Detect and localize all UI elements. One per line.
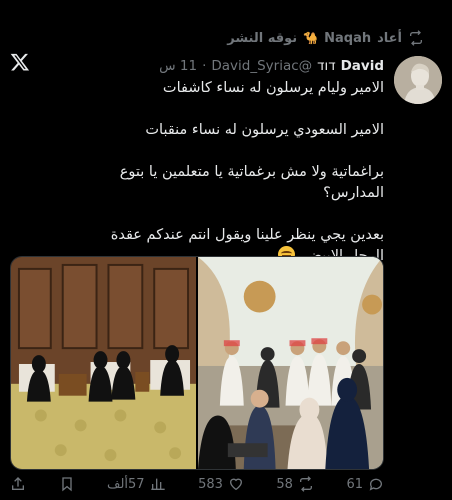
reply-button[interactable]: 61 [346, 476, 384, 492]
author-name[interactable]: David [341, 58, 384, 74]
repost-icon [299, 476, 312, 492]
tweet-line: براغماتية ولا مش برغماتية يا متعلمين يا … [119, 164, 384, 201]
reply-icon [369, 478, 382, 491]
separator-dot: · [202, 58, 207, 74]
repost-count: 58 [276, 476, 293, 492]
tweet-line: الامير السعودي يرسلون له نساء منقبات [145, 122, 384, 138]
camel-emoji: 🐪 [303, 31, 319, 45]
bookmark-button[interactable] [59, 476, 75, 492]
repost-user-name[interactable]: Naqah [324, 31, 371, 46]
like-count: 583 [198, 476, 223, 492]
repost-context[interactable]: أعاد Naqah 🐪 نوقه النشر [227, 30, 424, 46]
action-bar: 61 58 583 57ألف [10, 476, 384, 492]
views-icon [150, 478, 165, 490]
views-button[interactable]: 57ألف [107, 476, 166, 492]
repost-label: أعاد [377, 30, 402, 46]
bookmark-icon [61, 477, 72, 492]
author-name-script: דוד [317, 58, 336, 74]
author-handle[interactable]: @David_Syriac [211, 58, 312, 74]
x-logo-icon[interactable] [10, 52, 30, 72]
photo-meeting[interactable] [198, 257, 383, 469]
reply-count: 61 [346, 476, 363, 492]
repost-button[interactable]: 58 [276, 476, 314, 492]
repost-user-subtitle: نوقه النشر [227, 30, 298, 46]
author-avatar[interactable] [394, 56, 442, 104]
tweet-line: الامير وليام يرسلون له نساء كاشفات [162, 80, 384, 96]
like-icon [229, 478, 242, 491]
tweet-header: David דוד @David_Syriac · 11 س [159, 58, 384, 74]
tweet-media[interactable] [10, 256, 384, 470]
tweet-text: الامير وليام يرسلون له نساء كاشفات الامي… [79, 78, 384, 267]
like-button[interactable]: 583 [198, 476, 244, 492]
views-count: 57ألف [107, 476, 145, 492]
share-icon [12, 477, 24, 490]
repost-icon [410, 30, 422, 46]
share-button[interactable] [10, 476, 26, 492]
tweet-time[interactable]: 11 س [159, 58, 197, 74]
photo-reception-room[interactable] [11, 257, 196, 469]
